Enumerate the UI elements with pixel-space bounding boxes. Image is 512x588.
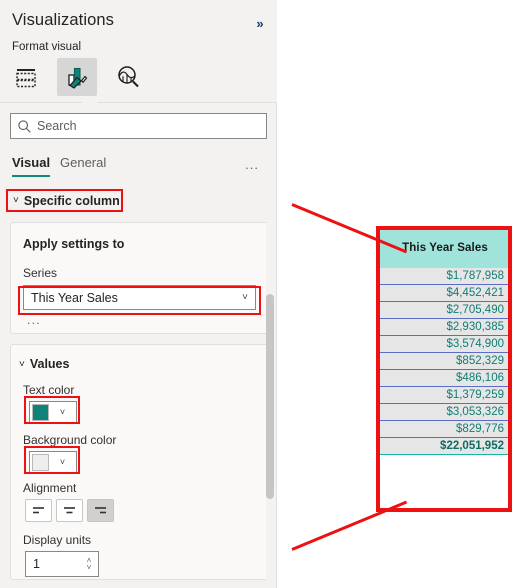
table-row[interactable]: $2,705,490 [378,301,512,319]
table-body: $1,787,958 $4,452,421 $2,705,490 $2,930,385… [378,267,512,455]
table-cell-value: $486,106 [378,369,512,387]
table-row[interactable]: $486,106 [378,369,512,387]
section-specific-column-label: Specific column [23,193,120,208]
background-color-swatch [32,453,49,471]
chevron-double-right-icon[interactable]: » [251,14,269,32]
table-row[interactable]: $829,776 [378,420,512,438]
format-visual-label: Format visual [12,41,82,53]
table-row[interactable]: $1,787,958 [378,267,512,285]
this-year-sales-table: This Year Sales $1,787,958 $4,452,421 $2,7… [378,228,512,455]
table-cell-value: $1,379,259 [378,386,512,404]
analytics-icon[interactable] [108,58,148,96]
chevron-down-icon: ˅ [59,407,66,417]
search-input[interactable]: Search [10,113,267,139]
chevron-down-icon: ˅ [59,457,66,467]
table-total-value: $22,051,952 [378,437,512,455]
card-values: ˅ Values Text color ˅ Background color ˅… [10,344,269,580]
table-row[interactable]: $852,329 [378,352,512,370]
build-visual-icon[interactable] [6,58,46,96]
alignment-button-group [25,499,114,522]
table-cell-value: $829,776 [378,420,512,438]
table-cell-value: $2,930,385 [378,318,512,336]
display-units-stepper[interactable]: 1 ˄ ˅ [25,551,99,577]
table-row[interactable]: $3,053,326 [378,403,512,421]
connector-line-bottom [291,500,408,551]
table-cell-value: $3,053,326 [378,403,512,421]
table-cell-value: $852,329 [378,352,512,370]
background-color-label: Background color [23,433,117,447]
text-color-picker[interactable]: ˅ [29,401,77,423]
table-cell-value: $4,452,421 [378,284,512,302]
visualizations-panel: Visualizations » Format visual Search Vi… [0,0,277,588]
stepper-down-icon[interactable]: ˅ [87,564,92,572]
search-placeholder: Search [37,119,77,133]
display-units-label: Display units [23,533,92,547]
table-cell-value: $2,705,490 [378,301,512,319]
format-visual-icon[interactable] [57,58,97,96]
table-row[interactable]: $4,452,421 [378,284,512,302]
table-cell-value: $1,787,958 [378,267,512,285]
page-title: Visualizations [12,11,114,29]
card-values-title: Values [29,357,70,371]
section-specific-column[interactable]: ˅ Specific column [8,190,121,211]
align-center-button[interactable] [56,499,83,522]
panel-tabs: Visual General ... [12,155,265,181]
table-cell-value: $3,574,900 [378,335,512,353]
tabs-overflow-button[interactable]: ... [245,157,259,172]
series-dropdown[interactable]: This Year Sales ˅ [23,285,256,310]
stepper-arrows: ˄ ˅ [80,557,98,572]
display-units-value: 1 [33,557,40,571]
chevron-down-icon: ˅ [19,358,25,370]
align-right-button[interactable] [87,499,114,522]
table-visual: This Year Sales $1,787,958 $4,452,421 $2,7… [378,228,512,455]
panel-header: Visualizations » Format visual [0,0,277,103]
icon-tab-group [6,58,148,96]
panel-scrollbar-thumb[interactable] [266,294,274,499]
table-row[interactable]: $2,930,385 [378,318,512,336]
table-total-row[interactable]: $22,051,952 [378,437,512,455]
chevron-down-icon: ˅ [13,195,19,206]
tab-general[interactable]: General [60,155,106,175]
card-apply-settings-to: Apply settings to Series This Year Sales… [10,222,269,334]
series-overflow-button[interactable]: ... [27,313,41,327]
table-row[interactable]: $3,574,900 [378,335,512,353]
alignment-label: Alignment [23,481,77,495]
text-color-swatch [32,403,49,421]
selected-tab-pointer [82,96,98,103]
card-apply-title: Apply settings to [23,237,125,251]
search-icon [17,119,32,134]
series-dropdown-value: This Year Sales [31,290,118,305]
tab-visual[interactable]: Visual [12,155,51,177]
series-label: Series [23,266,58,280]
screenshot-root: Visualizations » Format visual Search Vi… [0,0,512,588]
chevron-down-icon: ˅ [242,292,248,303]
background-color-picker[interactable]: ˅ [29,451,77,473]
card-values-header[interactable]: ˅ Values [19,357,69,371]
table-row[interactable]: $1,379,259 [378,386,512,404]
align-left-button[interactable] [25,499,52,522]
text-color-label: Text color [23,383,75,397]
